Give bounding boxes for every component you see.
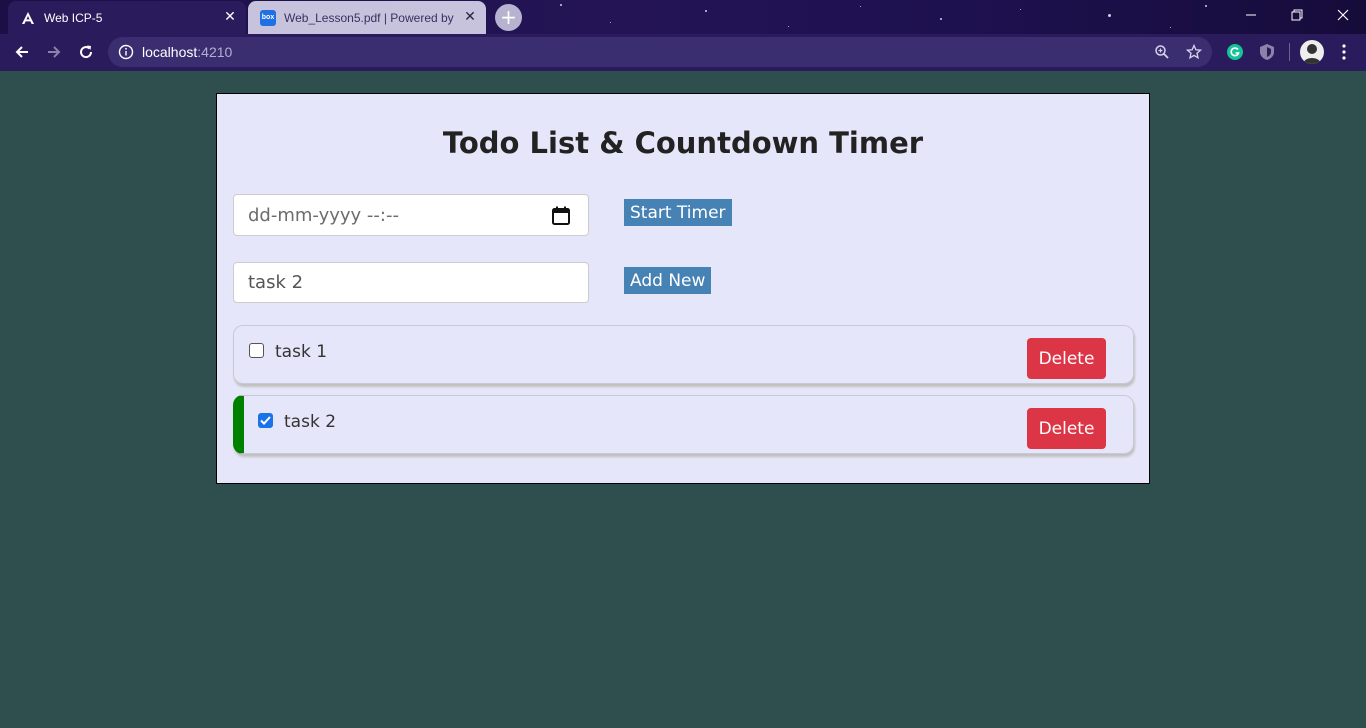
bookmark-star-icon[interactable] — [1185, 43, 1203, 61]
restore-icon[interactable] — [1274, 0, 1320, 30]
reload-icon[interactable] — [72, 38, 100, 66]
checkmark-icon — [260, 416, 271, 425]
address-bar[interactable]: localhost:4210 — [108, 37, 1212, 67]
zoom-icon[interactable] — [1153, 43, 1171, 61]
box-icon: box — [260, 9, 276, 26]
delete-button[interactable]: Delete — [1027, 408, 1106, 449]
task-input-value: task 2 — [248, 272, 304, 293]
todo-app-card: Todo List & Countdown Timer dd-mm-yyyy -… — [216, 93, 1150, 484]
tab-web-lesson5-pdf[interactable]: box Web_Lesson5.pdf | Powered by B ✕ — [248, 1, 486, 34]
url-port: :4210 — [197, 44, 233, 60]
add-new-button[interactable]: Add New — [624, 267, 712, 294]
toolbar-divider — [1289, 43, 1290, 61]
task-input[interactable]: task 2 — [233, 262, 589, 303]
start-timer-button[interactable]: Start Timer — [624, 199, 732, 226]
close-tab-icon[interactable]: ✕ — [222, 9, 238, 25]
browser-toolbar: localhost:4210 — [0, 34, 1366, 71]
grammarly-icon[interactable] — [1225, 42, 1245, 62]
delete-button[interactable]: Delete — [1027, 338, 1106, 379]
calendar-icon[interactable] — [552, 206, 570, 225]
site-info-icon[interactable] — [118, 44, 134, 60]
close-window-icon[interactable] — [1320, 0, 1366, 30]
kebab-menu-icon[interactable] — [1334, 42, 1354, 62]
url-text: localhost:4210 — [142, 44, 232, 60]
task-checkbox[interactable] — [249, 343, 264, 358]
new-tab-button[interactable]: + — [495, 4, 522, 31]
tab-title: Web_Lesson5.pdf | Powered by B — [284, 10, 456, 25]
shield-icon[interactable] — [1257, 42, 1277, 62]
browser-tab-strip: Web ICP-5 ✕ box Web_Lesson5.pdf | Powere… — [0, 0, 1366, 34]
angular-icon — [20, 10, 36, 26]
list-item: task 1 Delete — [233, 325, 1134, 384]
minimize-icon[interactable] — [1228, 0, 1274, 30]
task-label: task 2 — [284, 412, 337, 432]
datetime-placeholder: dd-mm-yyyy --:-- — [248, 204, 399, 226]
tab-web-icp-5[interactable]: Web ICP-5 ✕ — [8, 1, 246, 34]
tab-title: Web ICP-5 — [44, 10, 103, 25]
back-arrow-icon[interactable] — [8, 38, 36, 66]
task-checkbox[interactable] — [258, 413, 273, 428]
datetime-input[interactable]: dd-mm-yyyy --:-- — [233, 194, 589, 236]
page-title: Todo List & Countdown Timer — [442, 126, 924, 160]
url-host: localhost — [142, 44, 198, 60]
avatar[interactable] — [1300, 40, 1324, 64]
close-tab-icon[interactable]: ✕ — [462, 9, 478, 25]
task-label: task 1 — [275, 342, 328, 362]
list-item: task 2 Delete — [233, 395, 1134, 454]
forward-arrow-icon[interactable] — [40, 38, 68, 66]
